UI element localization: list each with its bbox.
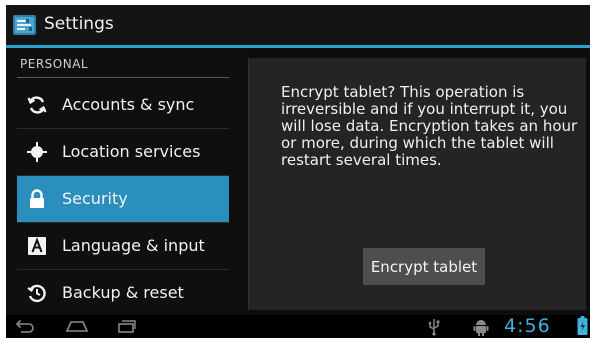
page-title: Settings bbox=[44, 14, 114, 34]
sidebar-item-label: Location services bbox=[62, 142, 201, 161]
sidebar-item-language-input[interactable]: Language & input bbox=[17, 223, 229, 269]
home-icon[interactable] bbox=[64, 318, 90, 338]
sidebar-item-location-services[interactable]: Location services bbox=[17, 129, 229, 175]
backup-icon bbox=[26, 282, 48, 304]
lock-icon bbox=[26, 188, 48, 210]
action-bar: Settings bbox=[6, 5, 590, 45]
encrypt-tablet-button[interactable]: Encrypt tablet bbox=[363, 248, 485, 285]
settings-sidebar: PERSONAL Accounts & sync Location servic… bbox=[6, 48, 242, 315]
section-header: PERSONAL bbox=[20, 57, 89, 71]
battery-icon bbox=[577, 316, 588, 338]
encrypt-warning-text: Encrypt tablet? This operation is irreve… bbox=[281, 83, 578, 169]
encrypt-panel: Encrypt tablet? This operation is irreve… bbox=[248, 58, 586, 310]
sidebar-item-label: Backup & reset bbox=[62, 283, 184, 302]
system-bar: 4:56 bbox=[6, 315, 590, 338]
usb-icon bbox=[426, 318, 442, 338]
location-icon bbox=[26, 141, 48, 163]
sidebar-item-label: Accounts & sync bbox=[62, 95, 195, 114]
clock: 4:56 bbox=[504, 315, 551, 337]
sidebar-item-backup-reset[interactable]: Backup & reset bbox=[17, 270, 229, 316]
android-debug-icon bbox=[472, 318, 490, 338]
keyboard-icon bbox=[26, 235, 48, 257]
sync-icon bbox=[26, 94, 48, 116]
sidebar-item-security[interactable]: Security bbox=[17, 176, 229, 222]
sidebar-item-accounts-sync[interactable]: Accounts & sync bbox=[17, 82, 229, 128]
sidebar-item-label: Security bbox=[62, 189, 128, 208]
back-icon[interactable] bbox=[12, 318, 36, 338]
recent-apps-icon[interactable] bbox=[114, 318, 138, 338]
settings-icon[interactable] bbox=[12, 13, 37, 37]
sidebar-item-label: Language & input bbox=[62, 236, 205, 255]
screen: Settings PERSONAL Accounts & sync Locati… bbox=[6, 5, 590, 338]
section-divider bbox=[17, 77, 229, 78]
